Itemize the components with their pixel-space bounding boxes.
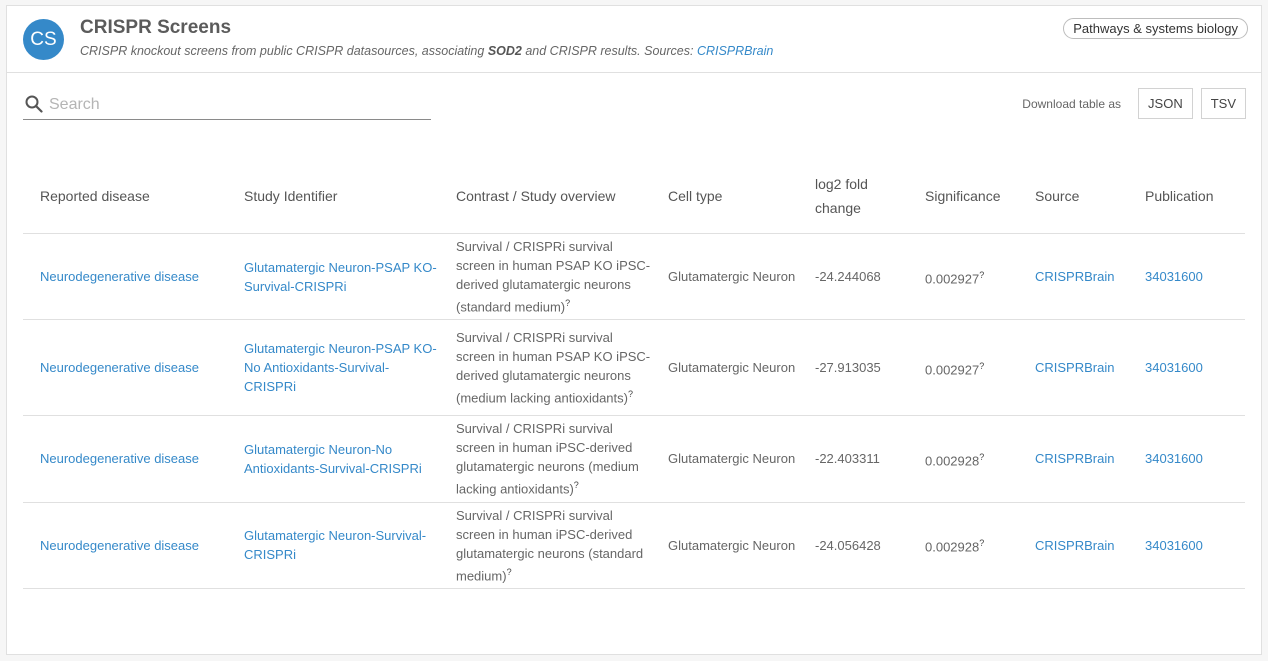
- overview-text: Survival / CRISPRi survival screen in hu…: [456, 421, 639, 497]
- search-icon: [25, 95, 43, 113]
- source-link[interactable]: CRISPRBrain: [1018, 319, 1128, 417]
- log2fc-cell: -24.056428: [798, 502, 908, 589]
- study-id-link[interactable]: Glutamatergic Neuron-PSAP KO-No Antioxid…: [227, 319, 439, 417]
- publication-link[interactable]: 34031600: [1128, 319, 1245, 417]
- search-box: [23, 91, 431, 120]
- table-row: Neurodegenerative disease Glutamatergic …: [23, 415, 1245, 503]
- download-json-button[interactable]: JSON: [1138, 88, 1193, 119]
- cell-type-cell: Glutamatergic Neuron: [651, 319, 798, 417]
- column-header-overview[interactable]: Contrast / Study overview: [439, 158, 651, 234]
- description-text: and CRISPR results. Sources:: [521, 44, 697, 58]
- log2fc-header-text: log2 fold change: [815, 175, 868, 216]
- significance-value: 0.002928: [925, 453, 980, 469]
- help-tooltip-icon[interactable]: ?: [574, 480, 579, 490]
- help-tooltip-icon[interactable]: ?: [979, 270, 984, 280]
- help-tooltip-icon[interactable]: ?: [565, 298, 570, 308]
- overview-cell: Survival / CRISPRi survival screen in hu…: [439, 233, 651, 321]
- column-header-study-id[interactable]: Study Identifier: [227, 158, 439, 234]
- log2fc-cell: -27.913035: [798, 319, 908, 417]
- help-tooltip-icon[interactable]: ?: [507, 567, 512, 577]
- log2fc-cell: -24.244068: [798, 233, 908, 321]
- overview-text: Survival / CRISPRi survival screen in hu…: [456, 507, 644, 583]
- source-link[interactable]: CRISPRBrain: [1018, 415, 1128, 503]
- column-header-log2fc[interactable]: log2 fold change: [798, 158, 908, 234]
- column-header-disease[interactable]: Reported disease: [23, 158, 227, 234]
- download-label: Download table as: [1022, 96, 1122, 111]
- download-controls: Download table as JSON TSV: [1022, 88, 1246, 119]
- overview-text: Survival / CRISPRi survival screen in hu…: [456, 239, 651, 315]
- significance-value: 0.002927: [925, 270, 980, 286]
- help-tooltip-icon[interactable]: ?: [628, 389, 633, 399]
- crispr-table: Reported disease Study Identifier Contra…: [23, 158, 1245, 589]
- overview-cell: Survival / CRISPRi survival screen in hu…: [439, 415, 651, 503]
- cell-type-cell: Glutamatergic Neuron: [651, 415, 798, 503]
- significance-value: 0.002928: [925, 539, 980, 555]
- crispr-screens-card: CS CRISPR Screens CRISPR knockout screen…: [6, 5, 1262, 655]
- source-link[interactable]: CRISPRBrain: [1018, 502, 1128, 589]
- disease-link[interactable]: Neurodegenerative disease: [23, 319, 227, 417]
- column-header-significance[interactable]: Significance: [908, 158, 1018, 234]
- overview-text: Survival / CRISPRi survival screen in hu…: [456, 330, 651, 406]
- publication-link[interactable]: 34031600: [1128, 502, 1245, 589]
- description-text: CRISPR knockout screens from public CRIS…: [80, 44, 488, 58]
- download-tsv-button[interactable]: TSV: [1200, 88, 1246, 119]
- publication-link[interactable]: 34031600: [1128, 233, 1245, 321]
- significance-cell: 0.002927?: [908, 319, 1018, 417]
- category-chip[interactable]: Pathways & systems biology: [1063, 18, 1248, 39]
- log2fc-cell: -22.403311: [798, 415, 908, 503]
- table-header-row: Reported disease Study Identifier Contra…: [23, 158, 1245, 234]
- section-description: CRISPR knockout screens from public CRIS…: [80, 44, 773, 58]
- disease-link[interactable]: Neurodegenerative disease: [23, 415, 227, 503]
- significance-cell: 0.002928?: [908, 415, 1018, 503]
- help-tooltip-icon[interactable]: ?: [979, 452, 984, 462]
- cell-type-cell: Glutamatergic Neuron: [651, 502, 798, 589]
- study-id-link[interactable]: Glutamatergic Neuron-No Antioxidants-Sur…: [227, 415, 439, 503]
- table-row: Neurodegenerative disease Glutamatergic …: [23, 502, 1245, 589]
- search-input[interactable]: [47, 93, 431, 117]
- publication-link[interactable]: 34031600: [1128, 415, 1245, 503]
- study-id-link[interactable]: Glutamatergic Neuron-PSAP KO-Survival-CR…: [227, 233, 439, 321]
- help-tooltip-icon[interactable]: ?: [979, 538, 984, 548]
- column-header-cell-type[interactable]: Cell type: [651, 158, 798, 234]
- table-row: Neurodegenerative disease Glutamatergic …: [23, 233, 1245, 321]
- study-id-link[interactable]: Glutamatergic Neuron-Survival-CRISPRi: [227, 502, 439, 589]
- significance-cell: 0.002928?: [908, 502, 1018, 589]
- gene-symbol: SOD2: [487, 44, 522, 58]
- section-avatar: CS: [23, 19, 64, 60]
- column-header-publication[interactable]: Publication: [1128, 158, 1245, 234]
- disease-link[interactable]: Neurodegenerative disease: [23, 233, 227, 321]
- source-link[interactable]: CRISPRBrain: [1018, 233, 1128, 321]
- significance-value: 0.002927: [925, 361, 980, 377]
- table-row: Neurodegenerative disease Glutamatergic …: [23, 319, 1245, 417]
- help-tooltip-icon[interactable]: ?: [979, 361, 984, 371]
- source-link[interactable]: CRISPRBrain: [697, 44, 773, 58]
- overview-cell: Survival / CRISPRi survival screen in hu…: [439, 502, 651, 589]
- section-title: CRISPR Screens: [80, 17, 232, 38]
- column-header-source[interactable]: Source: [1018, 158, 1128, 234]
- cell-type-cell: Glutamatergic Neuron: [651, 233, 798, 321]
- disease-link[interactable]: Neurodegenerative disease: [23, 502, 227, 589]
- section-header: CS CRISPR Screens CRISPR knockout screen…: [7, 6, 1261, 73]
- significance-cell: 0.002927?: [908, 233, 1018, 321]
- overview-cell: Survival / CRISPRi survival screen in hu…: [439, 319, 651, 417]
